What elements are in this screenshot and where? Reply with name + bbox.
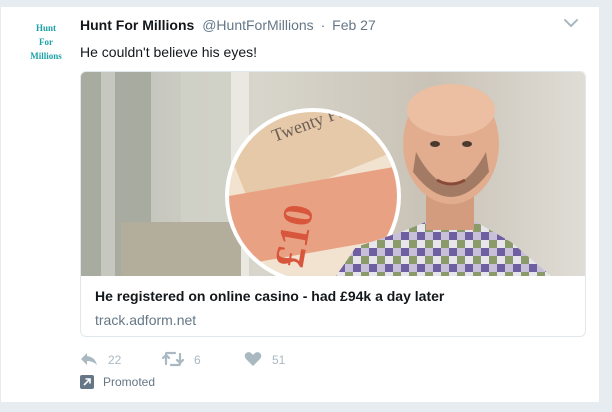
retweet-icon bbox=[161, 351, 194, 370]
reply-count: 22 bbox=[108, 353, 122, 367]
promoted-label: Promoted bbox=[80, 373, 155, 391]
card-domain[interactable]: track.adform.net bbox=[95, 312, 196, 328]
promoted-text: Promoted bbox=[103, 375, 156, 389]
retweet-button[interactable]: 6 bbox=[161, 350, 201, 370]
card-image[interactable]: £10 Twenty Pounds bbox=[81, 72, 585, 276]
link-card[interactable]: £10 Twenty Pounds He registered on onlin… bbox=[80, 71, 586, 337]
like-count: 51 bbox=[272, 353, 286, 367]
user-handle[interactable]: @HuntForMillions bbox=[202, 17, 313, 33]
chevron-down-icon[interactable] bbox=[563, 15, 579, 31]
tweet[interactable]: Hunt For Millions Hunt For Millions @Hun… bbox=[0, 6, 600, 403]
tweet-text: He couldn't believe his eyes! bbox=[80, 44, 257, 60]
card-title[interactable]: He registered on online casino - had £94… bbox=[95, 288, 444, 304]
timestamp[interactable]: Feb 27 bbox=[332, 17, 376, 33]
like-button[interactable]: 51 bbox=[244, 350, 285, 370]
heart-icon bbox=[244, 351, 272, 370]
reply-icon bbox=[80, 351, 108, 370]
tweet-actions: 22 6 51 bbox=[80, 350, 380, 370]
separator-dot: · bbox=[320, 17, 326, 33]
reply-button[interactable]: 22 bbox=[80, 350, 121, 370]
promoted-icon bbox=[80, 375, 94, 389]
display-name[interactable]: Hunt For Millions bbox=[80, 17, 194, 33]
retweet-count: 6 bbox=[194, 353, 201, 367]
tweet-header: Hunt For Millions @HuntForMillions · Feb… bbox=[80, 17, 579, 37]
avatar[interactable]: Hunt For Millions bbox=[23, 21, 69, 67]
